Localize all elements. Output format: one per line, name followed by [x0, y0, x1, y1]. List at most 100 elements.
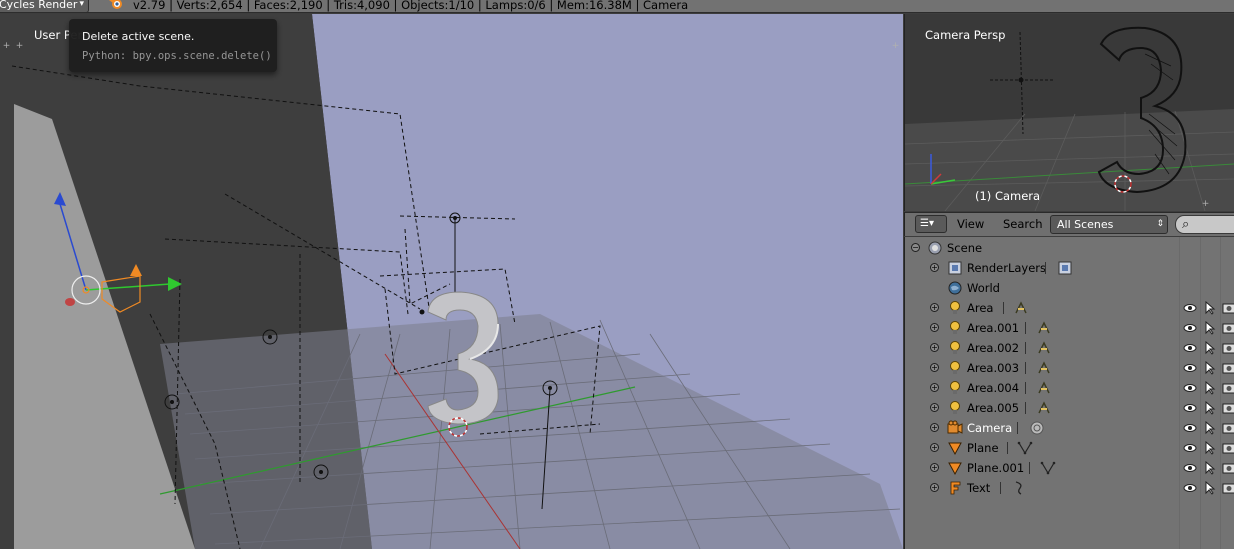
render-camera-icon[interactable]: [1222, 421, 1234, 435]
item-name: RenderLayers: [967, 261, 1046, 275]
expand-toggle[interactable]: +: [930, 363, 939, 372]
scene-statistics: v2.79 | Verts:2,654 | Faces:2,190 | Tris…: [133, 0, 689, 12]
renderlayers-icon: [948, 261, 962, 275]
lamp-icon: [950, 381, 960, 394]
render-camera-icon[interactable]: [1222, 441, 1234, 455]
list-item-text[interactable]: + Text: [905, 478, 1234, 498]
separator: [1025, 402, 1026, 414]
area-split-corner-icon[interactable]: +: [2, 42, 11, 51]
search-icon: ⌕: [1182, 217, 1190, 232]
render-camera-icon[interactable]: [1222, 401, 1234, 415]
mesh-data-icon: [1040, 461, 1056, 475]
render-camera-icon[interactable]: [1222, 301, 1234, 315]
item-name: Scene: [947, 241, 983, 255]
area-split-corner-icon[interactable]: +: [1201, 200, 1210, 209]
render-camera-icon[interactable]: [1222, 361, 1234, 375]
list-item-camera[interactable]: + Camera: [905, 418, 1234, 438]
expand-toggle[interactable]: +: [930, 483, 939, 492]
selectable-cursor-icon[interactable]: [1203, 461, 1217, 475]
list-item-area-001[interactable]: + Area.001: [905, 318, 1234, 338]
lamp-icon: [950, 341, 960, 354]
visibility-eye-icon[interactable]: [1183, 341, 1197, 355]
selectable-cursor-icon[interactable]: [1203, 441, 1217, 455]
area-split-corner-icon[interactable]: +: [15, 42, 24, 51]
item-name: Plane.001: [967, 461, 1025, 475]
visibility-eye-icon[interactable]: [1183, 381, 1197, 395]
item-name: World: [967, 281, 1000, 295]
selectable-cursor-icon[interactable]: [1203, 301, 1217, 315]
editor-type-button[interactable]: ☰▾: [915, 215, 947, 233]
outliner-header: ☰▾ View Search All Scenes ⇕ ⌕: [904, 212, 1234, 236]
separator: [1017, 422, 1018, 434]
mesh-icon: [948, 442, 962, 456]
lamp-icon: [950, 401, 960, 414]
separator: [1007, 442, 1008, 454]
list-item-scene[interactable]: − Scene: [905, 238, 1234, 258]
list-item-area-002[interactable]: + Area.002: [905, 338, 1234, 358]
mesh-data-icon: [1017, 441, 1033, 455]
list-item-area-004[interactable]: + Area.004: [905, 378, 1234, 398]
selectable-cursor-icon[interactable]: [1203, 341, 1217, 355]
separator: [1025, 382, 1026, 394]
list-item-renderlayers[interactable]: + RenderLayers: [905, 258, 1234, 278]
visibility-eye-icon[interactable]: [1183, 321, 1197, 335]
tooltip: Delete active scene. Python: bpy.ops.sce…: [69, 19, 277, 72]
expand-toggle[interactable]: +: [930, 303, 939, 312]
display-mode-dropdown[interactable]: All Scenes ⇕: [1050, 215, 1168, 234]
area-split-corner-icon[interactable]: +: [891, 42, 900, 51]
list-item-area-005[interactable]: + Area.005: [905, 398, 1234, 418]
separator: [1025, 322, 1026, 334]
3d-viewport[interactable]: User Persp + + +: [0, 14, 903, 549]
item-name: Text: [967, 481, 991, 495]
search-menu[interactable]: Search: [1003, 217, 1043, 231]
expand-toggle[interactable]: +: [930, 463, 939, 472]
expand-toggle[interactable]: +: [930, 403, 939, 412]
separator: [1025, 362, 1026, 374]
expand-toggle[interactable]: +: [930, 383, 939, 392]
collapse-toggle[interactable]: −: [911, 243, 920, 252]
expand-toggle[interactable]: +: [930, 323, 939, 332]
list-item-plane[interactable]: + Plane: [905, 438, 1234, 458]
expand-toggle[interactable]: +: [930, 423, 939, 432]
lamp-icon: [950, 361, 960, 374]
render-engine-dropdown[interactable]: Cycles Render ▾: [0, 0, 89, 13]
list-item-plane-001[interactable]: + Plane.001: [905, 458, 1234, 478]
expand-toggle[interactable]: +: [930, 443, 939, 452]
visibility-eye-icon[interactable]: [1183, 401, 1197, 415]
selectable-cursor-icon[interactable]: [1203, 321, 1217, 335]
selectable-cursor-icon[interactable]: [1203, 361, 1217, 375]
camera-view[interactable]: Camera Persp (1) Camera +: [904, 14, 1234, 211]
curve-data-icon: [1015, 481, 1022, 495]
visibility-eye-icon[interactable]: [1183, 441, 1197, 455]
render-camera-icon[interactable]: [1222, 381, 1234, 395]
expand-toggle[interactable]: +: [930, 263, 939, 272]
item-name: Area.005: [967, 401, 1020, 415]
visibility-eye-icon[interactable]: [1183, 481, 1197, 495]
outliner-search-input[interactable]: ⌕: [1175, 215, 1234, 234]
selectable-cursor-icon[interactable]: [1203, 381, 1217, 395]
selectable-cursor-icon[interactable]: [1203, 421, 1217, 435]
list-item-area-003[interactable]: + Area.003: [905, 358, 1234, 378]
render-camera-icon[interactable]: [1222, 481, 1234, 495]
list-item-world[interactable]: World: [905, 278, 1234, 298]
expand-toggle[interactable]: +: [930, 343, 939, 352]
view-menu[interactable]: View: [957, 217, 984, 231]
selectable-cursor-icon[interactable]: [1203, 401, 1217, 415]
outliner-tree[interactable]: − Scene + RenderLayers World + Area + Ar…: [904, 237, 1234, 549]
lamp-data-icon: [1038, 401, 1050, 414]
visibility-eye-icon[interactable]: [1183, 421, 1197, 435]
visibility-eye-icon[interactable]: [1183, 461, 1197, 475]
active-object-label: (1) Camera: [975, 189, 1041, 203]
blender-logo-icon: [109, 0, 122, 9]
visibility-eye-icon[interactable]: [1183, 361, 1197, 375]
camera-icon: [947, 420, 963, 434]
render-camera-icon[interactable]: [1222, 341, 1234, 355]
selectable-cursor-icon[interactable]: [1203, 481, 1217, 495]
viewport-scene: [0, 14, 903, 549]
list-item-area[interactable]: + Area: [905, 298, 1234, 318]
render-camera-icon[interactable]: [1222, 461, 1234, 475]
tooltip-python: Python: bpy.ops.scene.delete(): [82, 50, 272, 62]
info-header: Cycles Render ▾ v2.79 | Verts:2,654 | Fa…: [0, 0, 1234, 13]
visibility-eye-icon[interactable]: [1183, 301, 1197, 315]
render-camera-icon[interactable]: [1222, 321, 1234, 335]
